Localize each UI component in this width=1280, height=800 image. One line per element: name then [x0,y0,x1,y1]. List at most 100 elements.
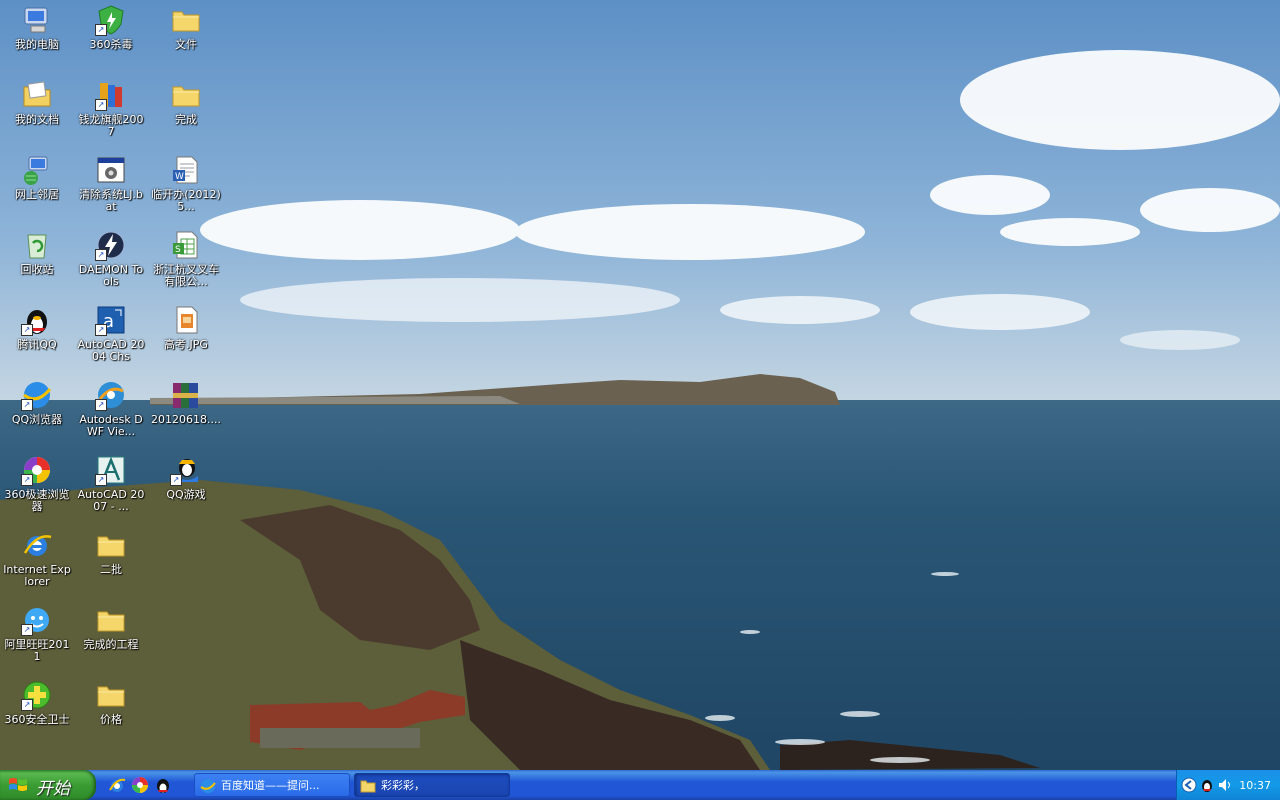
aliwangwang-icon: ↗ [21,604,53,636]
icon-label: 360极速浏览器 [4,488,70,513]
spreadsheet-icon: S [170,229,202,261]
start-label: 开始 [36,779,70,799]
quick-launch-qq-icon[interactable] [154,776,172,794]
shortcut-arrow-icon: ↗ [170,474,182,486]
icon-label: DAEMON Tools [78,263,144,288]
qq-browser-icon: ↗ [21,379,53,411]
word-document-icon: W [170,154,202,186]
360-antivirus-shield-icon: ↗ [95,4,127,36]
desktop-icon-qq-browser[interactable]: ↗ QQ浏览器 [2,377,72,447]
folder-icon [95,679,127,711]
taskbar: 开始 百度知道——提问... 彩彩彩， 10:37 [0,770,1280,800]
desktop-icon-folder-price[interactable]: 价格 [76,677,146,747]
icon-label: 二批 [100,563,122,576]
desktop-icon-360-safe[interactable]: ↗ 360安全卫士 [2,677,72,747]
360-safe-guard-icon: ↗ [21,679,53,711]
desktop-icon-rar-archive[interactable]: 20120618.... [151,377,221,447]
icon-label: 20120618.... [151,413,221,426]
desktop-icon-internet-explorer[interactable]: Internet Explorer [2,527,72,597]
shortcut-arrow-icon: ↗ [21,474,33,486]
winrar-archive-icon [170,379,202,411]
system-tray: 10:37 [1176,770,1280,800]
desktop-icon-word-document[interactable]: W 临开办(2012)5... [151,152,221,222]
shortcut-arrow-icon: ↗ [21,324,33,336]
desktop-icon-qianlong[interactable]: ↗ 钱龙旗舰2007 [76,77,146,147]
icon-label: 高考.JPG [164,338,208,351]
desktop-icon-autocad-2007[interactable]: ↗ AutoCAD 2007 - ... [76,452,146,522]
icon-label: 临开办(2012)5... [151,188,221,213]
quick-launch-ie-icon[interactable] [108,776,126,794]
icon-label: 我的电脑 [15,38,59,51]
shortcut-arrow-icon: ↗ [21,624,33,636]
desktop-icon-folder-erpi[interactable]: 二批 [76,527,146,597]
shortcut-arrow-icon: ↗ [95,249,107,261]
qq-game-icon: ↗ [170,454,202,486]
clock[interactable]: 10:37 [1239,779,1271,792]
desktop-icon-my-documents[interactable]: 我的文档 [2,77,72,147]
desktop-icon-qq-game[interactable]: ↗ QQ游戏 [151,452,221,522]
shortcut-arrow-icon: ↗ [95,474,107,486]
task-label: 百度知道——提问... [221,779,320,792]
shortcut-arrow-icon: ↗ [95,324,107,336]
task-label: 彩彩彩， [381,779,425,792]
desktop-icon-autocad-2004[interactable]: a ↗ AutoCAD 2004 Chs [76,302,146,372]
icon-label: 完成的工程 [83,638,139,651]
svg-text:S: S [175,245,181,255]
folder-icon [95,529,127,561]
desktop-icon-folder-completed-projects[interactable]: 完成的工程 [76,602,146,672]
quick-launch-360-browser-icon[interactable] [131,776,149,794]
folder-icon [170,79,202,111]
folder-icon [170,4,202,36]
icon-label: QQ游戏 [166,488,206,501]
desktop-icon-360-browser[interactable]: ↗ 360极速浏览器 [2,452,72,522]
desktop-icon-spreadsheet[interactable]: S 浙江杭叉叉车有限公... [151,227,221,297]
icon-label: 清除系统LJ.bat [79,188,143,213]
icon-label: 网上邻居 [15,188,59,201]
qq-penguin-icon: ↗ [21,304,53,336]
icon-label: 腾讯QQ [17,338,57,351]
folder-icon [95,604,127,636]
dwf-viewer-icon: ↗ [95,379,127,411]
tray-qq-icon[interactable] [1199,777,1215,793]
desktop-icon-recycle-bin[interactable]: 回收站 [2,227,72,297]
desktop-icon-jpg-image[interactable]: 高考.JPG [151,302,221,372]
autocad-2007-icon: ↗ [95,454,127,486]
tray-volume-icon[interactable] [1217,777,1233,793]
icon-label: 360杀毒 [89,38,133,51]
computer-icon [21,4,53,36]
icon-label: Internet Explorer [3,563,71,588]
icon-label: AutoCAD 2004 Chs [77,338,145,363]
shortcut-arrow-icon: ↗ [95,99,107,111]
icon-label: 浙江杭叉叉车有限公... [153,263,219,288]
desktop-icon-360-antivirus[interactable]: ↗ 360杀毒 [76,2,146,72]
desktop-icon-network-places[interactable]: 网上邻居 [2,152,72,222]
desktop[interactable]: 我的电脑 我的文档 网上邻居 回收站 ↗ 腾讯QQ ↗ QQ浏览器 ↗ 360极… [0,0,1280,770]
icon-label: 完成 [175,113,197,126]
taskbar-button-baidu-zhidao[interactable]: 百度知道——提问... [194,773,350,797]
taskbar-button-folder[interactable]: 彩彩彩， [354,773,510,797]
desktop-icon-my-computer[interactable]: 我的电脑 [2,2,72,72]
360-browser-icon: ↗ [21,454,53,486]
tray-expand-chevron-icon[interactable] [1181,777,1197,793]
svg-text:W: W [175,172,184,182]
desktop-icon-aliwangwang[interactable]: ↗ 阿里旺旺2011 [2,602,72,672]
icon-label: 回收站 [20,263,54,276]
desktop-icon-tencent-qq[interactable]: ↗ 腾讯QQ [2,302,72,372]
shortcut-arrow-icon: ↗ [21,399,33,411]
icon-label: QQ浏览器 [11,413,63,426]
browser-icon [200,779,216,793]
icon-label: AutoCAD 2007 - ... [77,488,145,513]
desktop-icon-autodesk-dwf[interactable]: ↗ Autodesk DWF Vie... [76,377,146,447]
icon-label: 阿里旺旺2011 [4,638,70,663]
qianlong-app-icon: ↗ [95,79,127,111]
daemon-tools-icon: ↗ [95,229,127,261]
desktop-icon-folder-files[interactable]: 文件 [151,2,221,72]
start-button[interactable]: 开始 [0,770,96,800]
icon-label: 价格 [100,713,122,726]
image-file-icon [170,304,202,336]
desktop-icon-daemon-tools[interactable]: ↗ DAEMON Tools [76,227,146,297]
batch-file-icon [95,154,127,186]
desktop-icon-clean-bat[interactable]: 清除系统LJ.bat [76,152,146,222]
desktop-icon-folder-done[interactable]: 完成 [151,77,221,147]
internet-explorer-icon [21,529,53,561]
